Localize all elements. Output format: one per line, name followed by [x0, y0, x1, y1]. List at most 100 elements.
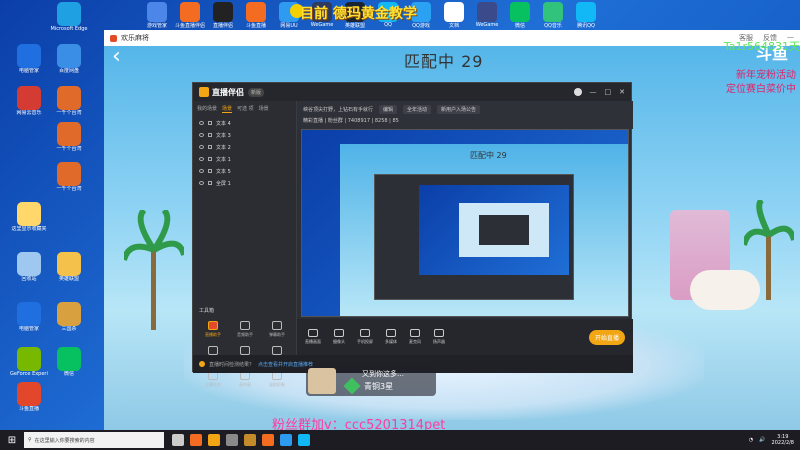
obs-sidebar: 我的场景 场景 可选 项场景 文本 4 文本 3 文本 2 文本 1 文本 5 全屏 1 工具…: [193, 101, 297, 387]
taskbar-search-input[interactable]: ⚲ 在这里输入你要搜索的内容: [24, 432, 164, 448]
tool-button[interactable]: 音频助手: [229, 321, 261, 338]
edit-button[interactable]: 编辑: [379, 105, 398, 114]
desktop-icon[interactable]: 腾讯QQ: [569, 2, 603, 32]
obs-logo-icon: [199, 87, 209, 97]
taskbar-app-icon[interactable]: [208, 434, 220, 446]
desktop-icon[interactable]: 英雄联盟: [50, 250, 88, 294]
clock[interactable]: 3:19 2022/2/8: [772, 434, 794, 446]
source-item[interactable]: 全屏 1: [193, 177, 296, 189]
volume-icon[interactable]: 🔊: [759, 437, 765, 443]
desktop-icon[interactable]: 电脑管家: [10, 42, 48, 86]
tool-label: 虚拟形象: [269, 382, 285, 387]
player-name: 又到你这多…: [362, 370, 404, 378]
capture-label: 直播画面: [305, 339, 321, 344]
desktop-icon[interactable]: 一千个台湾: [50, 120, 88, 164]
lock-icon[interactable]: [208, 133, 212, 137]
desktop-icon[interactable]: WeGame: [470, 2, 504, 32]
desktop-icon[interactable]: 微信: [503, 2, 537, 32]
desktop-icon[interactable]: 百度网盘: [50, 42, 88, 86]
capture-button[interactable]: 直播画面: [305, 329, 321, 345]
maximize-icon[interactable]: □: [605, 88, 612, 96]
search-placeholder: 在这里输入你要搜索的内容: [34, 437, 95, 444]
desktop-icon[interactable]: 三国杀: [50, 300, 88, 344]
network-icon[interactable]: ◔: [749, 437, 753, 443]
eye-icon[interactable]: [199, 145, 204, 149]
stream-preview[interactable]: 匹配中 29: [301, 129, 629, 317]
desktop-icon[interactable]: 斗鱼直播: [10, 380, 48, 424]
capture-button[interactable]: 麦克风: [409, 329, 421, 345]
eye-icon[interactable]: [199, 121, 204, 125]
back-arrow-icon[interactable]: ‹: [112, 44, 121, 69]
lock-icon[interactable]: [208, 121, 212, 125]
taskbar-app-icon[interactable]: [172, 434, 184, 446]
announcement-select[interactable]: 新用户入场公告: [437, 105, 481, 114]
tool-label: 音频助手: [237, 332, 253, 337]
desktop-icon-label: Microsoft Edge: [50, 26, 88, 32]
desktop-icon[interactable]: 一千个台湾: [50, 160, 88, 204]
status-link[interactable]: 点击查看并开启直播推荐: [258, 361, 313, 368]
capture-button[interactable]: 摄像头: [333, 329, 345, 345]
desktop-icon[interactable]: 微信: [50, 345, 88, 389]
tool-label: 画中画: [239, 382, 251, 387]
tab-2[interactable]: 可选 项: [237, 105, 254, 113]
desktop-icon[interactable]: 文档: [437, 2, 471, 32]
taskbar-app-icon[interactable]: [244, 434, 256, 446]
taskbar-app-icon[interactable]: [298, 434, 310, 446]
start-live-button[interactable]: 开始直播: [588, 329, 625, 345]
desktop-icon-label: 游戏管家: [146, 23, 167, 29]
preview-nested-game-2: [459, 203, 549, 257]
source-item[interactable]: 文本 2: [193, 141, 296, 153]
minimize-icon[interactable]: —: [590, 88, 597, 96]
tool-button[interactable]: 画中画: [229, 371, 261, 388]
desktop-icon[interactable]: QQ音乐: [536, 2, 570, 32]
app-icon: [57, 86, 81, 110]
desktop-icon[interactable]: 斗鱼直播伴侣: [173, 2, 207, 32]
desktop-icon[interactable]: Microsoft Edge: [50, 0, 88, 44]
taskbar-app-icon[interactable]: [190, 434, 202, 446]
stream-title[interactable]: 峡谷顶尖打野，上钻石有手就行: [303, 106, 373, 113]
desktop-icon[interactable]: 直播伴侣: [206, 2, 240, 32]
lock-icon[interactable]: [208, 157, 212, 161]
eye-icon[interactable]: [199, 133, 204, 137]
tool-button[interactable]: 虚拟形象: [261, 371, 293, 388]
capture-button[interactable]: 多媒体: [385, 329, 397, 345]
desktop-icon-label: 斗鱼直播伴侣: [174, 23, 205, 29]
desktop-icon-label: 直播伴侣: [212, 23, 233, 29]
app-icon: [17, 252, 41, 276]
desktop-icon[interactable]: 回收站: [10, 250, 48, 294]
source-item[interactable]: 文本 3: [193, 129, 296, 141]
desktop-icon[interactable]: 这里显示收藏夹: [10, 200, 48, 244]
tab-1[interactable]: 场景: [222, 105, 233, 113]
tool-button[interactable]: 直播助手: [197, 321, 229, 338]
start-menu-icon[interactable]: ⊞: [0, 430, 24, 450]
capture-button[interactable]: 扬声器: [433, 329, 445, 345]
eye-icon[interactable]: [199, 169, 204, 173]
desktop-icon[interactable]: 游戏管家: [140, 2, 174, 32]
lock-icon[interactable]: [208, 169, 212, 173]
source-item[interactable]: 文本 1: [193, 153, 296, 165]
avatar[interactable]: [573, 88, 582, 96]
source-item[interactable]: 文本 5: [193, 165, 296, 177]
taskbar-app-icon[interactable]: [280, 434, 292, 446]
desktop-icon[interactable]: 斗鱼直播: [239, 2, 273, 32]
taskbar: ⊞ ⚲ 在这里输入你要搜索的内容 ◔ 🔊 3:19 2022/2/8: [0, 430, 800, 450]
desktop-icon[interactable]: 网易云音乐: [10, 84, 48, 128]
tool-button[interactable]: 主播任务: [197, 371, 229, 388]
lock-icon[interactable]: [208, 181, 212, 185]
capture-button[interactable]: 手机投屏: [357, 329, 373, 345]
lock-icon[interactable]: [208, 145, 212, 149]
tool-button[interactable]: 弹幕助手: [261, 321, 293, 338]
eye-icon[interactable]: [199, 181, 204, 185]
tab-0[interactable]: 我的场景: [197, 105, 217, 113]
stream-stats: 精彩直播 | 粉丝群 | 7408917 | 8258 | 85: [303, 118, 399, 124]
capture-icon: [410, 329, 420, 337]
close-icon[interactable]: ✕: [619, 88, 625, 96]
taskbar-app-icon[interactable]: [262, 434, 274, 446]
desktop-icon[interactable]: 电脑管家: [10, 300, 48, 344]
eye-icon[interactable]: [199, 157, 204, 161]
source-item[interactable]: 文本 4: [193, 117, 296, 129]
taskbar-app-icon[interactable]: [226, 434, 238, 446]
category-select[interactable]: 全年活动: [403, 105, 432, 114]
tab-3[interactable]: 场景: [259, 105, 269, 113]
desktop-icon-label: 英雄联盟: [344, 23, 365, 29]
